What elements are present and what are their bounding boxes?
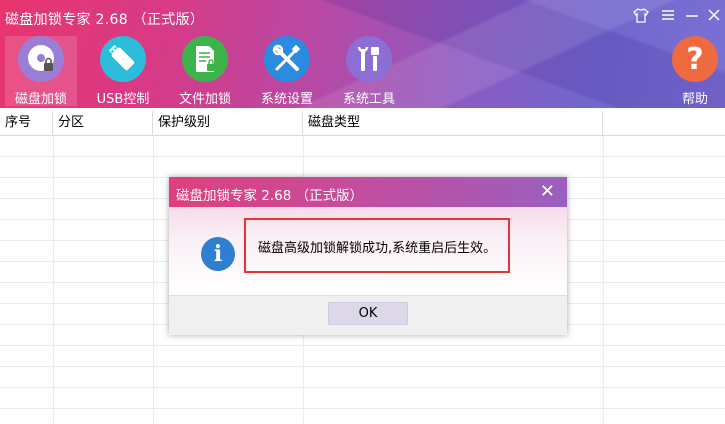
toolbar-label-system-settings: 系统设置 [260,92,313,107]
table-row [0,345,725,346]
toolbar-item-system-settings[interactable]: 系统设置 [251,36,323,107]
file-lock-icon [182,36,228,82]
column-header-disk-type[interactable]: 磁盘类型 [303,111,603,135]
app-header: 磁盘加锁专家 2.68 （正式版） 磁盘加锁 USB控制 文件加锁 系统设置 系… [0,0,725,108]
dialog-message: 磁盘高级加锁解锁成功,系统重启后生效。 [258,241,497,256]
toolbar-label-usb-control: USB控制 [96,92,150,107]
table-row [0,387,725,388]
dialog-close-icon[interactable]: ✕ [540,181,555,202]
column-header-protection-level[interactable]: 保护级别 [153,111,303,135]
column-divider [153,136,154,424]
column-header-partition[interactable]: 分区 [53,111,153,135]
table-row [0,366,725,367]
question-mark-icon: ? [672,36,718,82]
toolbar-label-help: 帮助 [681,92,708,107]
shirt-icon[interactable] [633,8,649,26]
ok-button[interactable]: OK [328,302,408,325]
usb-drive-icon [100,36,146,82]
toolbar-item-disk-lock[interactable]: 磁盘加锁 [5,36,77,107]
toolbar-item-system-tools[interactable]: 系统工具 [333,36,405,107]
hamburger-menu-icon[interactable] [661,8,675,25]
dialog-title: 磁盘加锁专家 2.68 （正式版） [176,188,364,204]
minimize-icon[interactable] [685,8,699,25]
message-highlight-box: 磁盘高级加锁解锁成功,系统重启后生效。 [244,218,510,273]
dialog-footer: OK [169,295,567,336]
dialog-titlebar[interactable]: 磁盘加锁专家 2.68 （正式版） ✕ [169,177,567,207]
column-divider [53,136,54,424]
svg-text:?: ? [686,42,703,77]
message-dialog: 磁盘加锁专家 2.68 （正式版） ✕ i 磁盘高级加锁解锁成功,系统重启后生效… [169,177,567,335]
table-row [0,408,725,409]
toolbar-label-file-lock: 文件加锁 [178,92,231,107]
column-divider [603,136,604,424]
toolbar-item-usb-control[interactable]: USB控制 [87,36,159,107]
table-header: 序号 分区 保护级别 磁盘类型 [0,111,725,136]
column-header-index[interactable]: 序号 [0,111,53,135]
wrench-screwdriver-icon [264,36,310,82]
toolbar-item-help[interactable]: ? 帮助 [659,36,725,107]
table-row [0,156,725,157]
disk-lock-icon [18,36,64,82]
info-icon: i [201,237,235,271]
tools-icon [346,36,392,82]
toolbar-label-system-tools: 系统工具 [342,92,395,107]
close-icon[interactable] [707,8,721,25]
app-title: 磁盘加锁专家 2.68 （正式版） [5,12,205,28]
toolbar-item-file-lock[interactable]: 文件加锁 [169,36,241,107]
toolbar-label-disk-lock: 磁盘加锁 [14,92,67,107]
